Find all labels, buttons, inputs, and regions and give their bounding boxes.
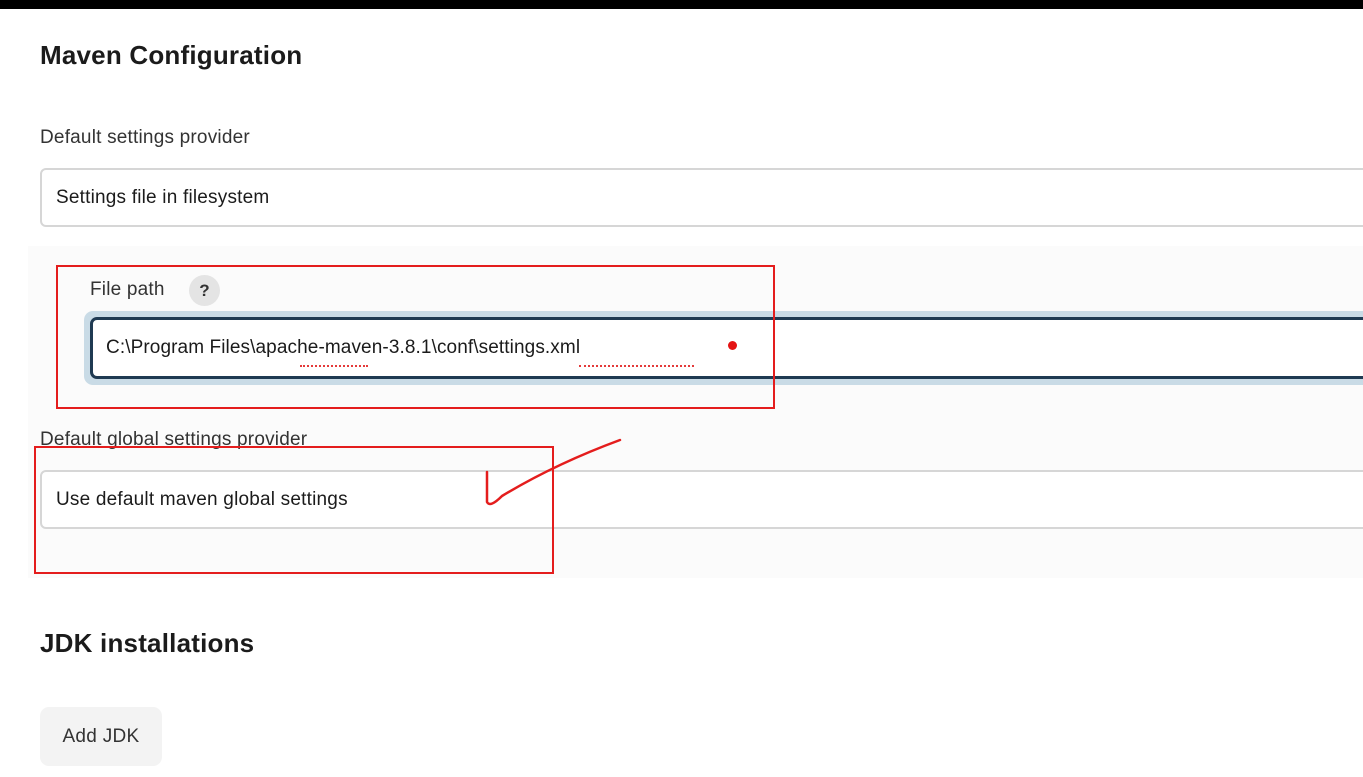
default-settings-provider-value: Settings file in filesystem [56, 186, 270, 208]
default-settings-provider-select[interactable]: Settings file in filesystem [40, 168, 1363, 227]
default-settings-provider-label: Default settings provider [40, 127, 250, 148]
help-icon[interactable]: ? [189, 275, 220, 306]
required-dot-icon [728, 341, 737, 350]
help-icon-glyph: ? [199, 280, 210, 300]
add-jdk-button[interactable]: Add JDK [40, 707, 162, 766]
spellcheck-underline-settings [579, 364, 694, 367]
spellcheck-underline-apache [300, 364, 368, 367]
default-global-settings-provider-select[interactable]: Use default maven global settings [40, 470, 1363, 529]
default-global-settings-provider-value: Use default maven global settings [56, 488, 348, 510]
maven-config-page: Maven Configuration Default settings pro… [0, 0, 1363, 777]
default-global-settings-provider-label: Default global settings provider [40, 429, 308, 450]
file-path-label: File path [90, 279, 165, 300]
jdk-installations-title: JDK installations [40, 628, 255, 658]
top-bar [0, 0, 1363, 9]
maven-configuration-title: Maven Configuration [40, 40, 303, 70]
file-path-input[interactable] [90, 317, 1363, 379]
